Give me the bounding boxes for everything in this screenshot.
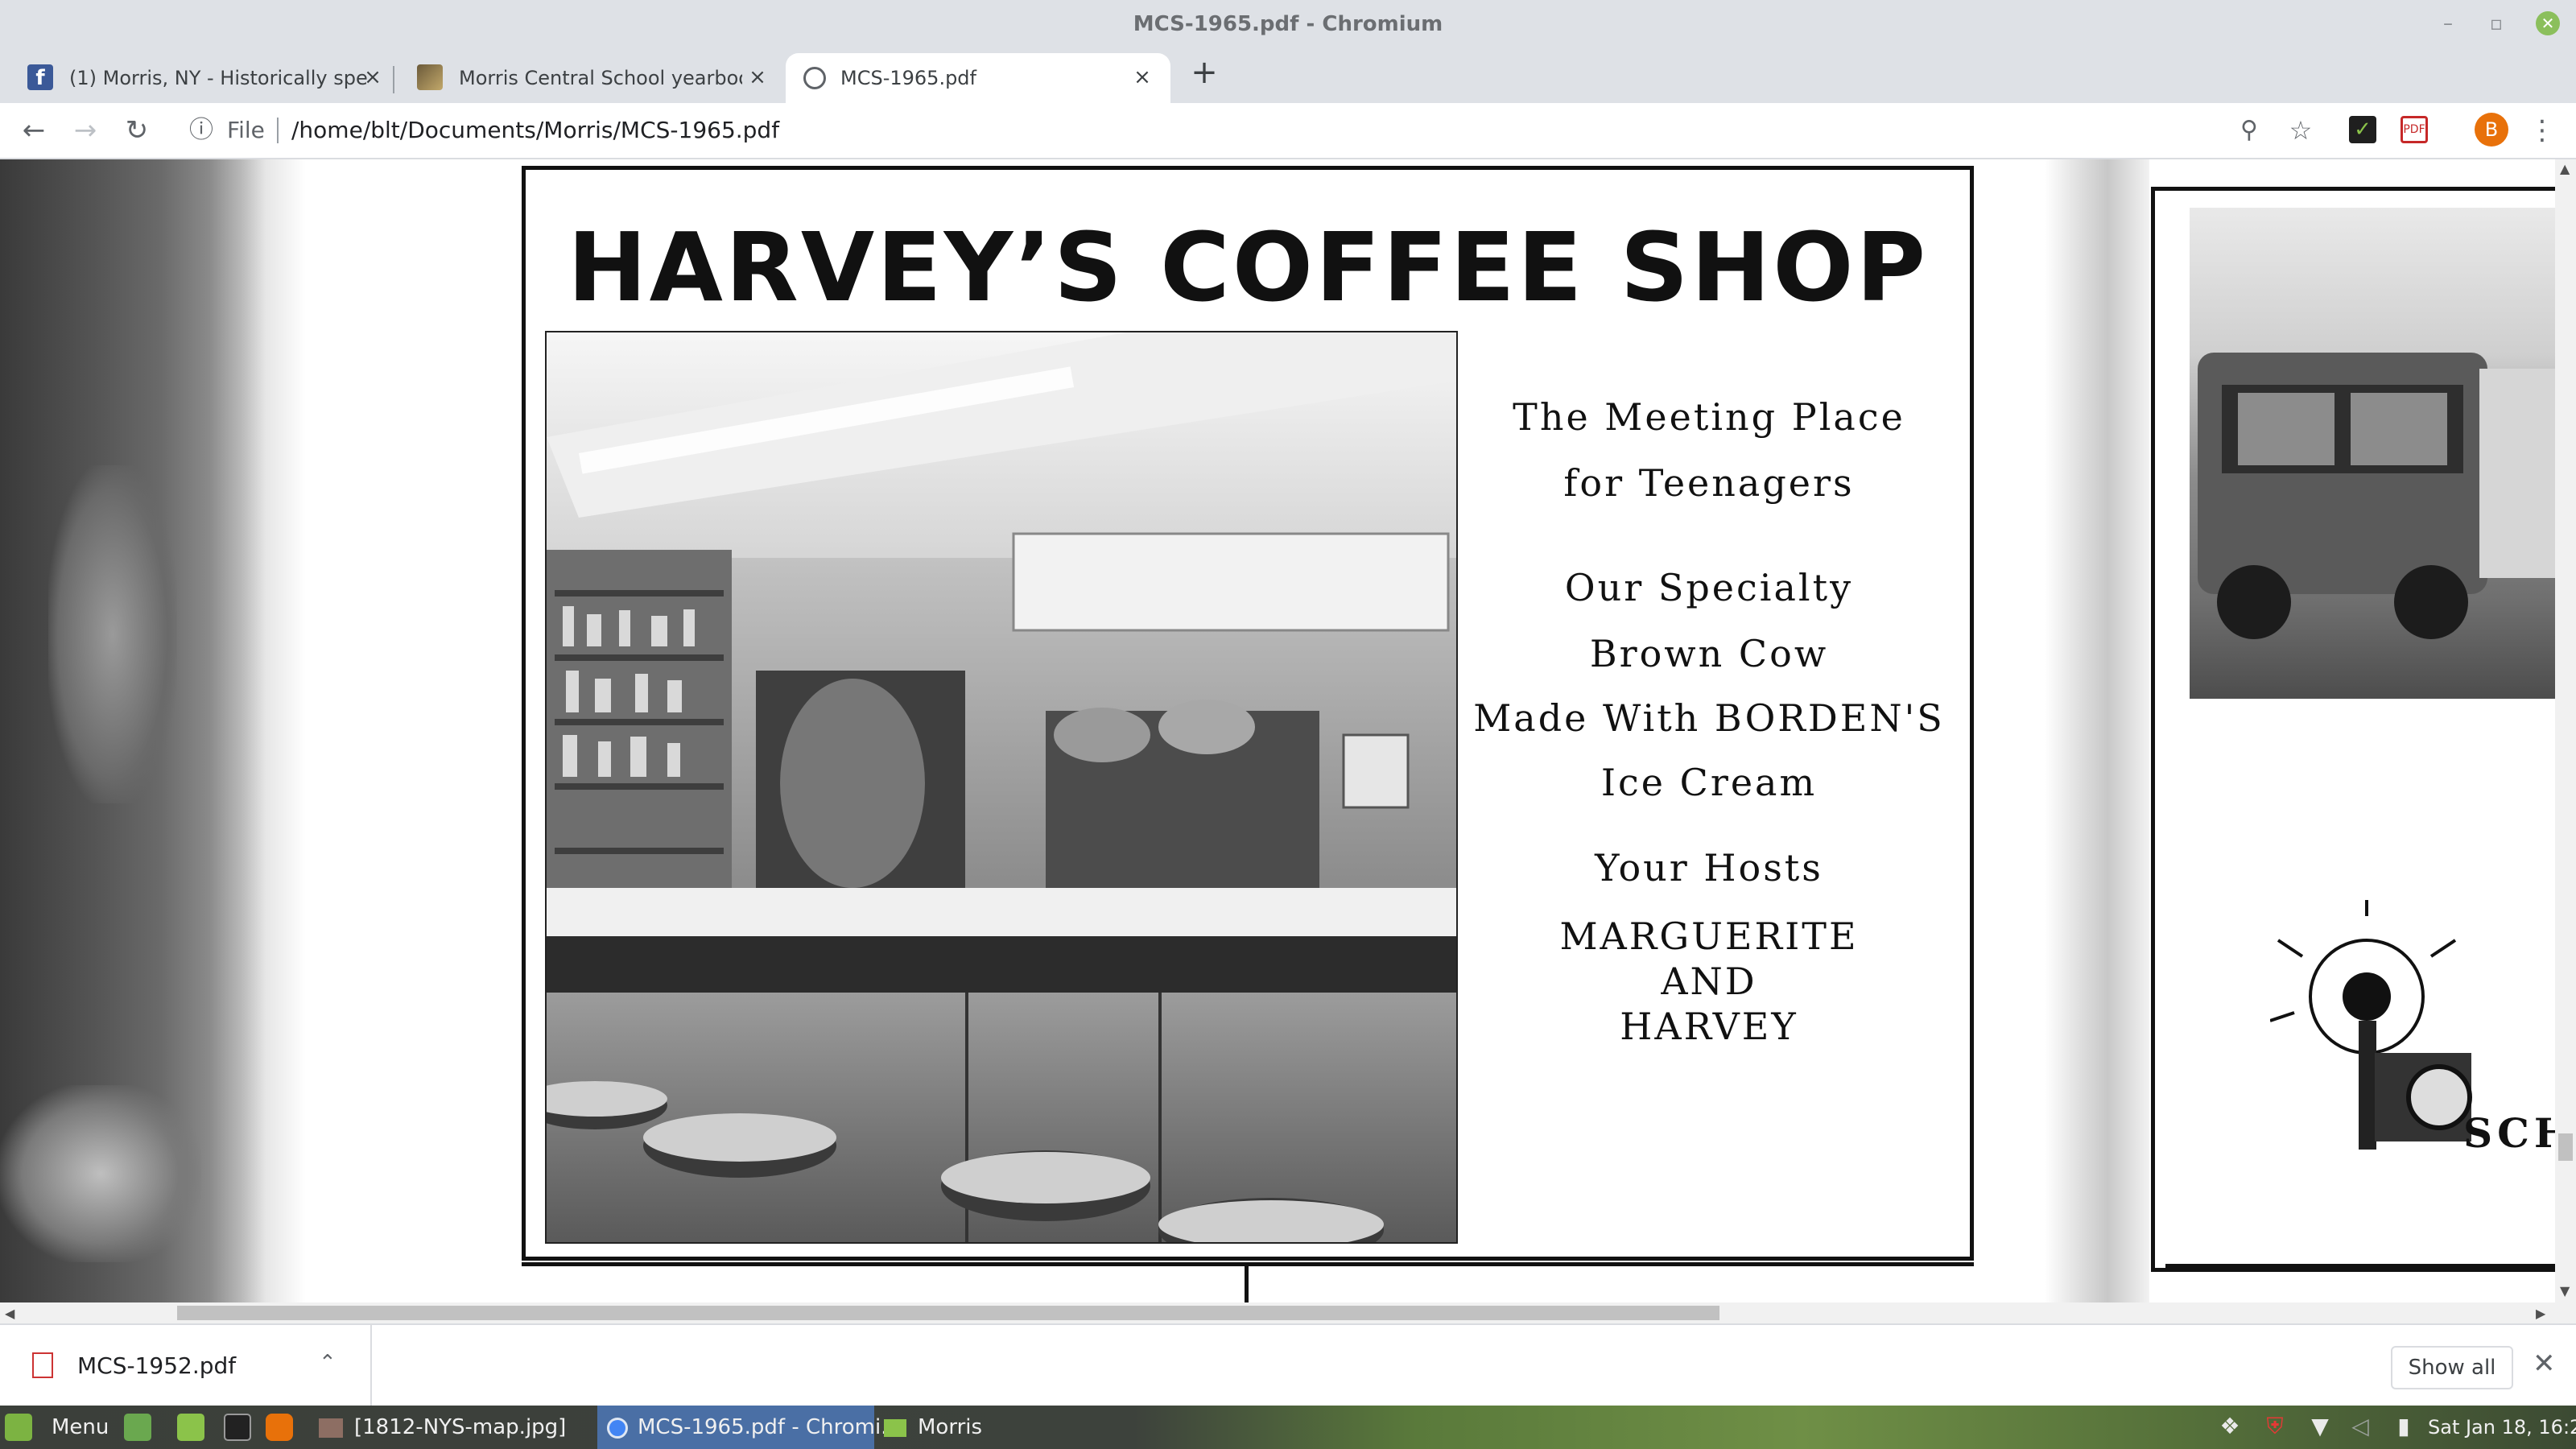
browser-menu-icon[interactable]: ⋮: [2526, 114, 2558, 147]
ad-line: Ice Cream: [1600, 761, 1818, 804]
taskbar-window-label: [1812-NYS-map.jpg]: [354, 1415, 567, 1439]
minimize-icon[interactable]: –: [2436, 11, 2460, 35]
pdf-extension-icon[interactable]: PDF: [2401, 116, 2428, 143]
battery-icon[interactable]: ▮: [2389, 1412, 2418, 1441]
browser-toolbar: ← → ↻ ⓘ File /home/blt/Documents/Morris/…: [0, 103, 2576, 159]
horizontal-scroll-thumb[interactable]: [177, 1306, 1719, 1320]
download-file-name[interactable]: MCS-1952.pdf: [77, 1325, 236, 1407]
tab-mcs-1965[interactable]: MCS-1965.pdf ×: [786, 53, 1170, 103]
taskbar-window-morris[interactable]: Morris: [884, 1406, 1125, 1449]
close-tab-icon[interactable]: ×: [1130, 65, 1154, 89]
ad-line: for Teenagers: [1563, 461, 1855, 505]
bus-photo: [2190, 208, 2555, 699]
sky-cloud-image: [48, 465, 177, 803]
download-shelf: MCS-1952.pdf ⌃ Show all ✕: [0, 1323, 2576, 1407]
taskbar-window-map[interactable]: [1812-NYS-map.jpg]: [319, 1406, 592, 1449]
pdf-viewer[interactable]: HARVEY’S COFFEE SHOP The Meeting Place f…: [0, 159, 2555, 1302]
wifi-icon[interactable]: ▼: [2306, 1412, 2334, 1441]
bookmark-star-icon[interactable]: ☆: [2285, 114, 2317, 147]
maximize-icon[interactable]: ▫: [2484, 11, 2508, 35]
image-viewer-icon: [319, 1418, 343, 1438]
close-tab-icon[interactable]: ×: [361, 65, 385, 89]
counter-photo-illustration: [547, 332, 1456, 1242]
taskbar-window-label: MCS-1965.pdf - Chromi...: [638, 1415, 901, 1439]
sky-cloud-image: [0, 1085, 201, 1262]
taskbar-window-label: Morris: [918, 1415, 983, 1439]
bluetooth-icon[interactable]: ❖: [2215, 1412, 2244, 1441]
taskbar-window-chromium[interactable]: MCS-1965.pdf - Chromi...: [597, 1406, 901, 1449]
info-icon[interactable]: ⓘ: [187, 116, 216, 145]
omnibox-divider: [277, 118, 279, 143]
facebook-icon: f: [27, 64, 53, 90]
scroll-down-icon[interactable]: ▼: [2560, 1283, 2570, 1298]
tab-divider: [393, 66, 394, 93]
right-page-border: [2165, 1264, 2555, 1268]
clock[interactable]: Sat Jan 18, 16:25: [2428, 1406, 2576, 1449]
tab-label: Morris Central School yearbook: [459, 67, 742, 89]
ad-line: Made With BORDEN'S: [1473, 696, 1945, 740]
forward-icon[interactable]: →: [69, 114, 101, 147]
menu-label: Menu: [52, 1415, 109, 1439]
coffee-shop-advertisement: HARVEY’S COFFEE SHOP The Meeting Place f…: [522, 166, 1974, 1261]
show-desktop-icon[interactable]: [124, 1414, 151, 1441]
ad-line: Our Specialty: [1564, 566, 1854, 609]
window-title-bar: MCS-1965.pdf - Chromium – ▫ ✕: [0, 0, 2576, 48]
scheme-label: File: [227, 117, 265, 143]
tab-strip: f (1) Morris, NY - Historically spe × Mo…: [0, 48, 2576, 103]
zoom-icon[interactable]: ⚲: [2233, 114, 2265, 147]
scroll-up-icon[interactable]: ▲: [2560, 161, 2570, 176]
shield-icon[interactable]: ⛨: [2260, 1412, 2289, 1441]
profile-avatar[interactable]: B: [2475, 113, 2508, 147]
pdf-file-icon: [32, 1352, 53, 1378]
vertical-scroll-thumb[interactable]: [2558, 1133, 2573, 1161]
show-all-button[interactable]: Show all: [2391, 1346, 2513, 1389]
menu-button[interactable]: Menu: [39, 1406, 111, 1449]
desktop-taskbar: Menu [1812-NYS-map.jpg] MCS-1965.pdf - C…: [0, 1406, 2576, 1449]
url-text[interactable]: /home/blt/Documents/Morris/MCS-1965.pdf: [291, 108, 779, 153]
new-tab-button[interactable]: +: [1188, 56, 1220, 89]
firefox-icon[interactable]: [266, 1414, 293, 1441]
ad-line: AND: [1661, 960, 1757, 1003]
ad-line: MARGUERITE: [1559, 914, 1859, 958]
chromium-icon: [607, 1417, 628, 1439]
scroll-left-icon[interactable]: ◀: [5, 1306, 14, 1321]
terminal-icon[interactable]: [224, 1414, 251, 1441]
close-window-icon[interactable]: ✕: [2536, 11, 2560, 35]
image-icon: [417, 64, 443, 90]
chevron-up-icon[interactable]: ⌃: [319, 1351, 336, 1375]
left-page-edge: [0, 159, 306, 1302]
ad-title: HARVEY’S COFFEE SHOP: [567, 212, 1929, 323]
ad-line: Your Hosts: [1595, 846, 1823, 890]
next-ad-divider: [1245, 1266, 1249, 1302]
ad-line: HARVEY: [1620, 1005, 1798, 1048]
bus-illustration: [2198, 353, 2555, 639]
tab-label: MCS-1965.pdf: [840, 67, 976, 89]
volume-icon[interactable]: ◁: [2346, 1412, 2375, 1441]
right-page-partial-text: SCH: [2463, 1109, 2555, 1157]
close-icon[interactable]: ✕: [2533, 1348, 2556, 1380]
back-icon[interactable]: ←: [18, 114, 50, 147]
file-manager-icon[interactable]: [177, 1414, 204, 1441]
mint-menu-icon[interactable]: [5, 1414, 32, 1441]
download-item[interactable]: MCS-1952.pdf ⌃: [0, 1325, 372, 1407]
horizontal-scrollbar[interactable]: ◀ ▶: [0, 1302, 2576, 1323]
coffee-shop-counter-photo: [545, 331, 1458, 1244]
tab-label: (1) Morris, NY - Historically spe: [69, 67, 367, 89]
ad-line: Brown Cow: [1589, 632, 1829, 675]
scroll-right-icon[interactable]: ▶: [2536, 1306, 2545, 1321]
ad-copy: The Meeting Place for Teenagers Our Spec…: [1459, 395, 1959, 1049]
globe-icon: [803, 67, 826, 89]
address-bar[interactable]: ⓘ File /home/blt/Documents/Morris/MCS-19…: [171, 108, 2248, 153]
tab-facebook[interactable]: f (1) Morris, NY - Historically spe ×: [13, 53, 388, 103]
vertical-scrollbar[interactable]: ▲ ▼: [2555, 159, 2576, 1302]
tab-yearbook[interactable]: Morris Central School yearbook ×: [402, 53, 774, 103]
extension-checkmark-icon[interactable]: ✓: [2349, 116, 2376, 143]
ad-line: The Meeting Place: [1513, 395, 1905, 439]
page-gutter: [2045, 159, 2149, 1302]
close-tab-icon[interactable]: ×: [745, 65, 770, 89]
window-title: MCS-1965.pdf - Chromium: [1133, 12, 1443, 36]
reload-icon[interactable]: ↻: [121, 114, 153, 147]
folder-icon: [884, 1418, 906, 1437]
